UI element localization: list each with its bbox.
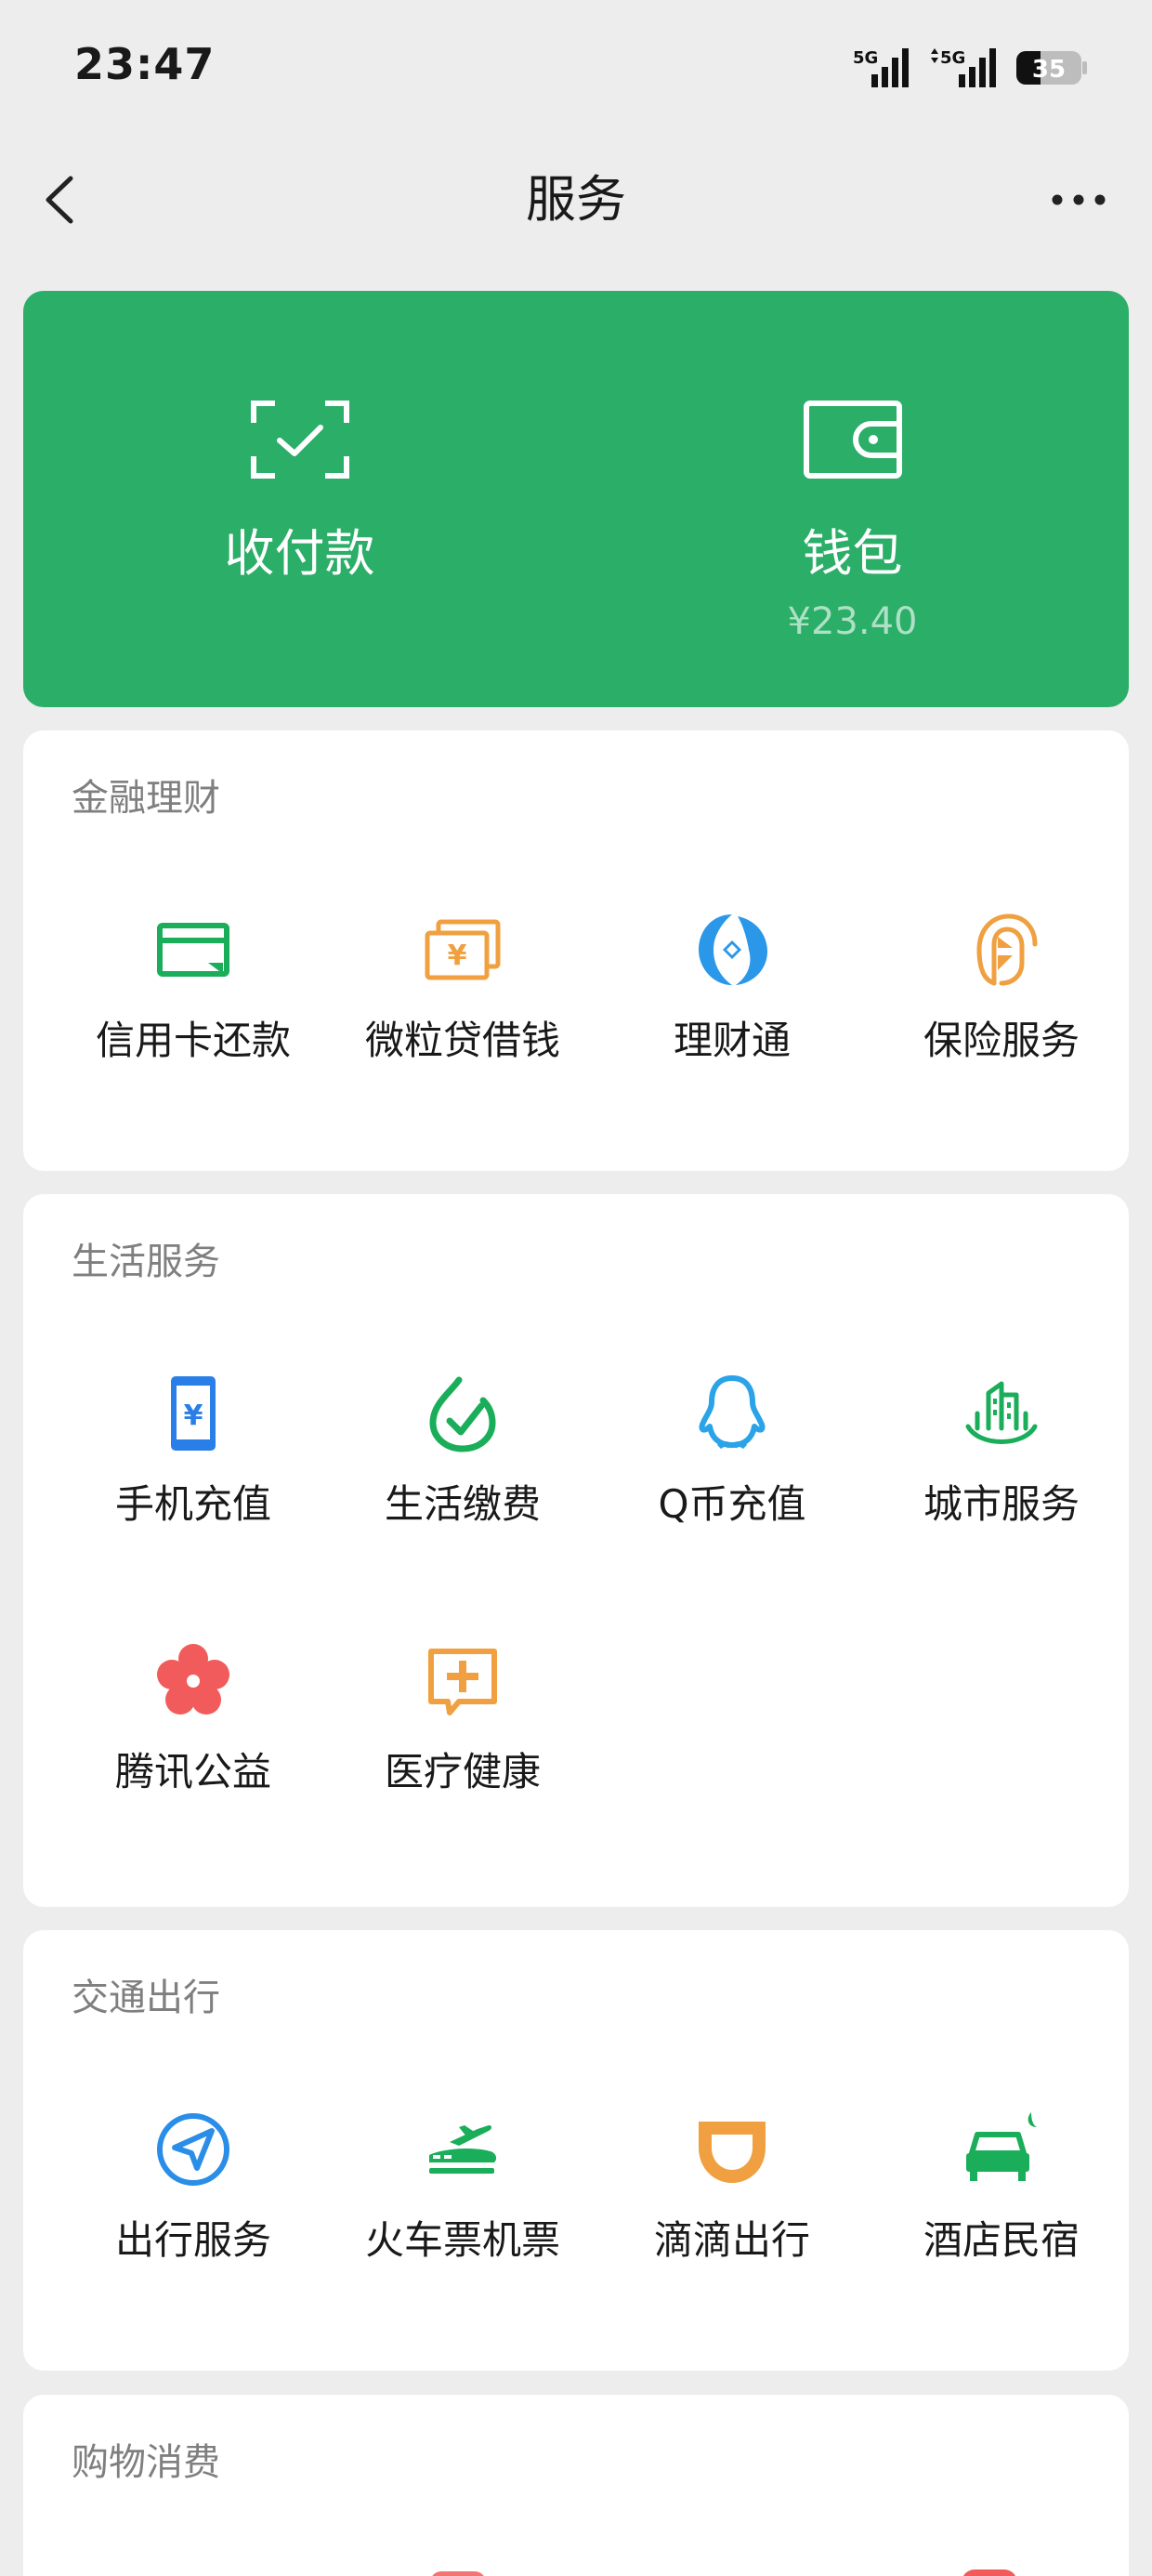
page-title: 服务 bbox=[526, 170, 626, 229]
tile-label: 医疗健康 bbox=[384, 1749, 541, 1794]
licaitong-icon bbox=[691, 909, 773, 991]
life-services-section: 生活服务 ¥ 手机充值 生活缴费 Q币充值 城市服务 腾讯公益 医疗健康 bbox=[23, 1194, 1129, 1907]
signal-5g-icon: 5G bbox=[927, 45, 998, 91]
tile-q-coin-recharge[interactable]: Q币充值 bbox=[597, 1373, 867, 1577]
city-building-icon bbox=[961, 1373, 1042, 1454]
insurance-icon bbox=[961, 909, 1042, 991]
tile-label: 滴滴出行 bbox=[653, 2217, 810, 2263]
status-icons: 5G 5G 35 bbox=[851, 43, 1089, 93]
status-bar: 23:47 5G 5G 35 bbox=[0, 0, 1152, 130]
tile-licaitong[interactable]: 理财通 bbox=[597, 909, 867, 1113]
section-title: 购物消费 bbox=[72, 2441, 220, 2484]
tile-label: 火车票机票 bbox=[364, 2217, 560, 2263]
train-plane-icon bbox=[422, 2109, 504, 2190]
wallet-balance: ¥23.40 bbox=[787, 600, 918, 643]
svg-text:5G: 5G bbox=[853, 48, 878, 68]
transport-section: 交通出行 出行服务 火车票机票 滴滴出行 酒店民宿 bbox=[23, 1930, 1129, 2371]
check-drop-icon bbox=[422, 1373, 504, 1454]
services-page: 23:47 5G 5G 35 服务 收付款 钱包 ¥23.40 金融理财 信用卡… bbox=[0, 0, 1152, 2576]
tile-label: 出行服务 bbox=[114, 2217, 271, 2263]
tile-label: 理财通 bbox=[673, 1018, 791, 1063]
signal-5g-icon: 5G bbox=[851, 45, 910, 91]
medical-cross-icon bbox=[422, 1640, 504, 1722]
navigation-arrow-icon bbox=[152, 2109, 234, 2190]
status-time: 23:47 bbox=[74, 39, 216, 89]
wallet-label: 钱包 bbox=[802, 524, 903, 583]
finance-section: 金融理财 信用卡还款 ¥ 微粒贷借钱 理财通 保险服务 bbox=[23, 730, 1129, 1171]
tile-label: Q币充值 bbox=[658, 1481, 806, 1527]
svg-text:¥: ¥ bbox=[184, 1400, 203, 1432]
section-title: 生活服务 bbox=[72, 1241, 220, 1283]
hotel-bed-icon bbox=[961, 2109, 1042, 2190]
tile-label: 微粒贷借钱 bbox=[364, 1018, 560, 1063]
tile-city-service[interactable]: 城市服务 bbox=[867, 1373, 1136, 1577]
svg-text:35: 35 bbox=[1032, 56, 1066, 84]
yuan-cards-icon: ¥ bbox=[422, 909, 504, 991]
wallet-icon bbox=[801, 398, 905, 481]
tile-label: 保险服务 bbox=[923, 1018, 1080, 1063]
tile-travel-service[interactable]: 出行服务 bbox=[59, 2109, 328, 2313]
section-title: 金融理财 bbox=[72, 777, 220, 820]
pay-receive-button[interactable]: 收付款 bbox=[23, 291, 576, 707]
flower-icon bbox=[152, 1640, 234, 1722]
qq-penguin-icon bbox=[691, 1373, 773, 1454]
more-dots-icon bbox=[1052, 194, 1106, 205]
tile-insurance-service[interactable]: 保险服务 bbox=[867, 909, 1136, 1113]
tile-weilidai-loan[interactable]: ¥ 微粒贷借钱 bbox=[328, 909, 597, 1113]
section-title: 交通出行 bbox=[72, 1977, 220, 2019]
tile-label: 酒店民宿 bbox=[923, 2217, 1080, 2263]
phone-yuan-icon: ¥ bbox=[152, 1373, 234, 1454]
svg-text:5G: 5G bbox=[940, 48, 965, 68]
wallet-button[interactable]: 钱包 ¥23.40 bbox=[576, 291, 1129, 707]
scan-check-icon bbox=[248, 398, 352, 481]
tile-didi-ride[interactable]: 滴滴出行 bbox=[597, 2109, 867, 2313]
more-button[interactable] bbox=[1046, 177, 1111, 223]
tile-medical-health[interactable]: 医疗健康 bbox=[328, 1640, 597, 1845]
shopping-icon-peek bbox=[430, 2571, 486, 2576]
tile-credit-card-repayment[interactable]: 信用卡还款 bbox=[59, 909, 328, 1113]
shopping-section: 购物消费 bbox=[23, 2395, 1129, 2576]
svg-text:¥: ¥ bbox=[448, 940, 467, 972]
tile-label: 手机充值 bbox=[114, 1481, 271, 1527]
didi-icon bbox=[691, 2109, 773, 2190]
tile-utility-payment[interactable]: 生活缴费 bbox=[328, 1373, 597, 1577]
tile-label: 城市服务 bbox=[923, 1481, 1080, 1527]
credit-card-icon bbox=[152, 909, 234, 991]
tile-label: 生活缴费 bbox=[384, 1481, 541, 1527]
battery-icon: 35 bbox=[1015, 47, 1089, 88]
nav-bar: 服务 bbox=[0, 139, 1152, 260]
pay-receive-label: 收付款 bbox=[224, 524, 375, 583]
tile-label: 腾讯公益 bbox=[114, 1749, 271, 1794]
tile-label: 信用卡还款 bbox=[95, 1018, 291, 1063]
tile-tencent-charity[interactable]: 腾讯公益 bbox=[59, 1640, 328, 1845]
wallet-card: 收付款 钱包 ¥23.40 bbox=[23, 291, 1129, 707]
tile-phone-recharge[interactable]: ¥ 手机充值 bbox=[59, 1373, 328, 1577]
shopping-icon-peek bbox=[962, 2569, 1017, 2576]
tile-train-flight-tickets[interactable]: 火车票机票 bbox=[328, 2109, 597, 2313]
tile-hotel-homestay[interactable]: 酒店民宿 bbox=[867, 2109, 1136, 2313]
